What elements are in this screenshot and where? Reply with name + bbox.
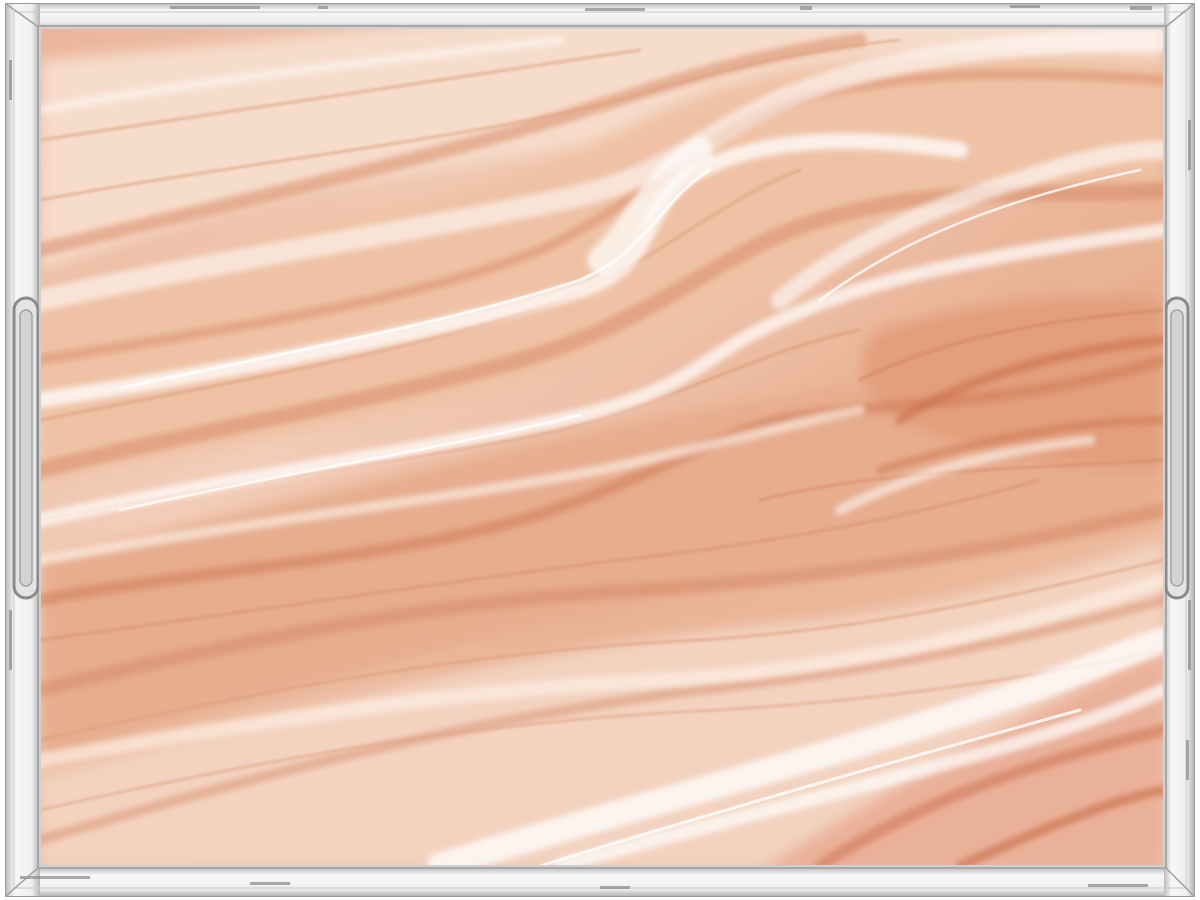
marble-insert <box>40 28 1164 866</box>
left-handle-slot <box>12 296 40 600</box>
tray-illustration <box>5 3 1195 897</box>
tray-photo <box>0 0 1200 900</box>
right-handle-slot <box>1164 296 1190 600</box>
